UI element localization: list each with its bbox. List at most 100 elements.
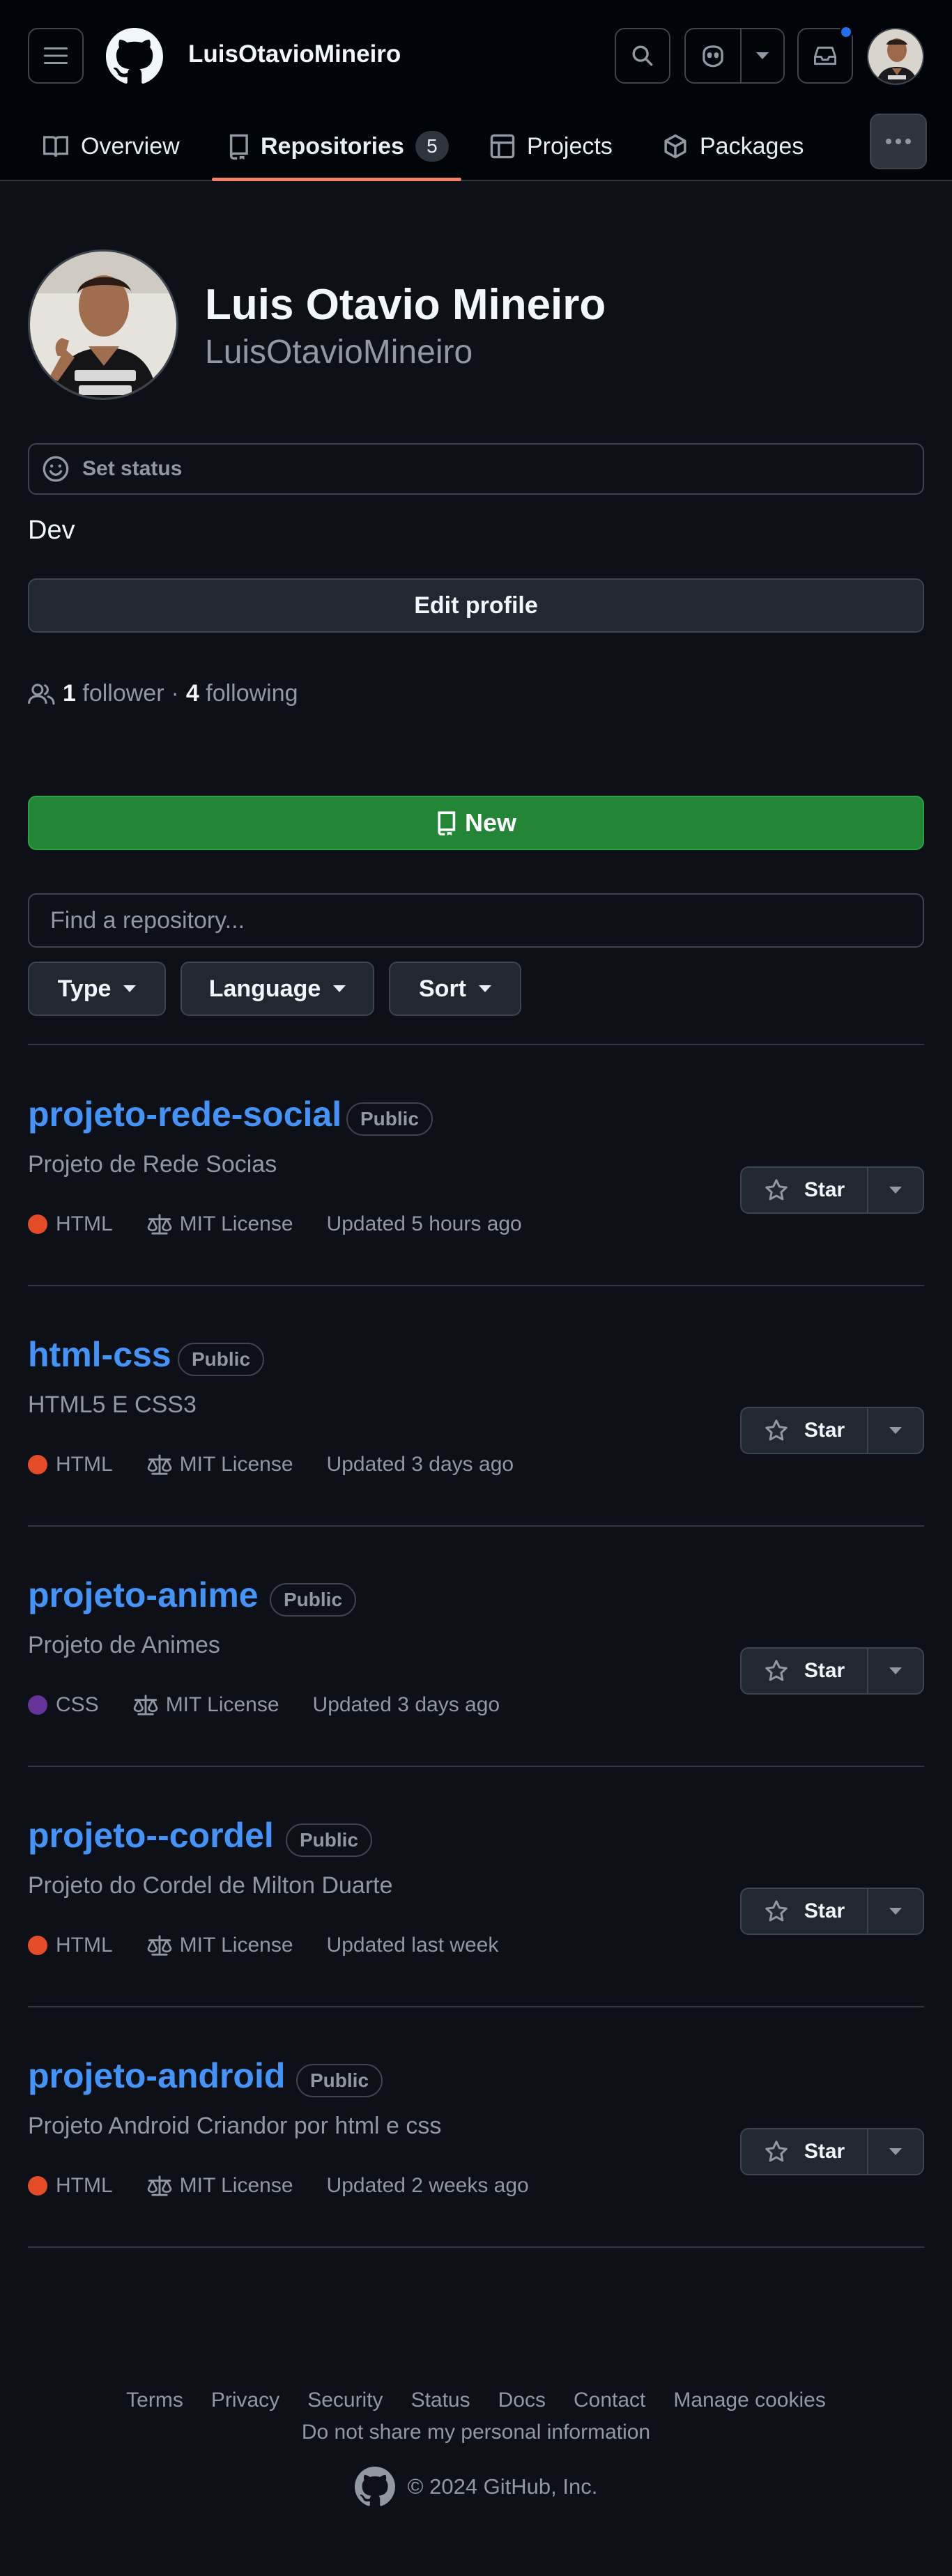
book-icon [43, 136, 68, 157]
star-icon [765, 1900, 788, 1922]
user-avatar-button[interactable] [867, 28, 924, 85]
repository-name-link[interactable]: projeto--cordel [28, 1815, 274, 1856]
copilot-main[interactable] [686, 29, 742, 82]
kebab-horizontal-icon [886, 139, 911, 144]
profile-tabs: Overview Repositories 5 Projects Package… [28, 111, 927, 181]
repository-meta: HTML MIT License Updated 5 hours ago [28, 1212, 522, 1236]
follow-stats: 1 follower · 4 following [28, 680, 298, 707]
footer-link-privacy[interactable]: Privacy [211, 2389, 279, 2412]
star-button-group: Star [740, 1647, 924, 1695]
star-list-dropdown[interactable] [868, 1408, 923, 1453]
repository-name-link[interactable]: projeto-anime [28, 1575, 259, 1615]
star-label: Star [804, 1178, 845, 1201]
star-label: Star [804, 2140, 845, 2163]
new-repository-label: New [464, 808, 517, 837]
law-icon [147, 1214, 172, 1235]
inbox-button[interactable] [797, 25, 853, 84]
footer-link-manage-cookies[interactable]: Manage cookies [673, 2389, 825, 2412]
updated-time: Updated last week [326, 1934, 499, 1957]
header-username[interactable]: LuisOtavioMineiro [188, 40, 401, 68]
star-label: Star [804, 1899, 845, 1922]
copilot-dropdown[interactable] [742, 52, 783, 59]
app-header: LuisOtavioMineiro Overview Repositories … [0, 0, 952, 181]
chevron-down-icon [123, 985, 137, 992]
visibility-badge: Public [346, 1102, 433, 1136]
menu-button[interactable] [28, 28, 84, 84]
footer-copyright: © 2024 GitHub, Inc. [0, 2467, 952, 2507]
star-list-dropdown[interactable] [868, 1889, 923, 1934]
license-label: MIT License [179, 2174, 293, 2197]
set-status-button[interactable]: Set status [28, 443, 924, 495]
updated-time: Updated 2 weeks ago [326, 2174, 529, 2197]
law-icon [147, 1935, 172, 1956]
repository-language: HTML [56, 1453, 113, 1476]
inbox-icon [814, 46, 836, 65]
chevron-down-icon [756, 52, 769, 59]
following-count: 4 [185, 680, 199, 707]
github-logo-icon[interactable] [354, 2467, 395, 2507]
star-list-dropdown[interactable] [868, 1649, 923, 1693]
language-filter-button[interactable]: Language [181, 962, 374, 1016]
footer-link-terms[interactable]: Terms [126, 2389, 183, 2412]
license-link[interactable]: MIT License [132, 1693, 279, 1717]
more-tabs-button[interactable] [870, 114, 927, 169]
profile-avatar[interactable] [28, 249, 178, 400]
footer-privacy-link[interactable]: Do not share my personal information [0, 2421, 952, 2444]
repository-description: Projeto de Rede Socias [28, 1151, 277, 1178]
notification-indicator [839, 25, 853, 39]
avatar-image [868, 29, 923, 84]
repository-name-link[interactable]: projeto-android [28, 2056, 285, 2096]
sort-filter-button[interactable]: Sort [389, 962, 521, 1016]
law-icon [147, 1454, 172, 1475]
license-label: MIT License [165, 1693, 279, 1716]
license-label: MIT License [179, 1212, 293, 1235]
star-button[interactable]: Star [742, 1649, 868, 1693]
copilot-button[interactable] [684, 28, 785, 84]
tab-packages-label: Packages [700, 132, 804, 160]
repository-name-link[interactable]: html-css [28, 1334, 171, 1375]
license-link[interactable]: MIT License [146, 2174, 293, 2198]
repository-description: Projeto Android Criandor por html e css [28, 2113, 442, 2139]
star-button[interactable]: Star [742, 1408, 868, 1453]
license-link[interactable]: MIT License [146, 1212, 293, 1236]
repo-icon [229, 134, 248, 160]
license-link[interactable]: MIT License [146, 1934, 293, 1957]
top-bar: LuisOtavioMineiro [28, 25, 924, 85]
profile-bio: Dev [28, 516, 75, 545]
github-logo-icon[interactable] [106, 28, 163, 85]
new-repository-button[interactable]: New [28, 796, 924, 850]
followers-link[interactable]: 1 follower [63, 680, 164, 707]
star-button[interactable]: Star [742, 1889, 868, 1934]
tab-packages[interactable]: Packages [662, 111, 804, 181]
tab-repositories[interactable]: Repositories 5 [212, 111, 461, 181]
footer-link-security[interactable]: Security [307, 2389, 383, 2412]
footer-link-docs[interactable]: Docs [498, 2389, 546, 2412]
star-button[interactable]: Star [742, 2129, 868, 2174]
star-button-group: Star [740, 1407, 924, 1454]
edit-profile-button[interactable]: Edit profile [28, 578, 924, 633]
language-color-dot [28, 1936, 47, 1955]
repository-language: CSS [56, 1693, 99, 1716]
star-icon [765, 1419, 788, 1441]
updated-time: Updated 3 days ago [326, 1453, 514, 1476]
find-repository-input[interactable] [28, 893, 924, 948]
tab-projects[interactable]: Projects [489, 111, 613, 181]
footer-link-status[interactable]: Status [411, 2389, 470, 2412]
star-button[interactable]: Star [742, 1168, 868, 1212]
repository-item: html-css Public HTML5 E CSS3 HTML MIT Li… [28, 1286, 924, 1525]
following-link[interactable]: 4 following [186, 680, 298, 707]
license-link[interactable]: MIT License [146, 1453, 293, 1476]
repository-description: Projeto de Animes [28, 1632, 220, 1658]
star-list-dropdown[interactable] [868, 1168, 923, 1212]
visibility-badge: Public [178, 1343, 265, 1376]
repository-item: projeto--cordel Public Projeto do Cordel… [28, 1766, 924, 2006]
followers-count: 1 [63, 680, 76, 707]
law-icon [133, 1695, 158, 1715]
repository-name-link[interactable]: projeto-rede-social [28, 1094, 341, 1134]
type-filter-button[interactable]: Type [28, 962, 166, 1016]
search-button[interactable] [615, 28, 670, 84]
star-list-dropdown[interactable] [868, 2129, 923, 2174]
footer-link-contact[interactable]: Contact [574, 2389, 645, 2412]
chevron-down-icon [889, 1667, 902, 1674]
tab-overview[interactable]: Overview [42, 111, 180, 181]
